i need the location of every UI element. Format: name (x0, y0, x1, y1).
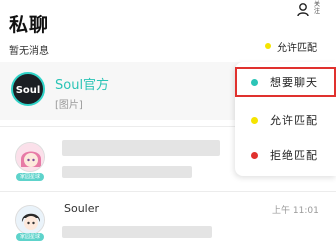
teal-dot-icon (251, 78, 258, 86)
page-title: 私聊 (9, 14, 50, 36)
chat-name: Souler (64, 202, 100, 215)
menu-item-allow-match[interactable]: 允许匹配 (235, 105, 336, 135)
menu-item-label: 想要聊天 (270, 76, 318, 89)
menu-item-want-chat[interactable]: 想要聊天 (235, 67, 336, 97)
blurred-message (62, 226, 212, 238)
badge: 家园星球 (16, 173, 44, 181)
follow-icon-label: 关注 (314, 1, 321, 15)
avatar[interactable] (15, 205, 45, 235)
badge: 家园星球 (16, 233, 44, 241)
menu-item-reject-match[interactable]: 拒绝匹配 (235, 140, 336, 170)
red-dot-icon (251, 151, 258, 159)
blurred-name (62, 140, 220, 156)
avatar[interactable] (15, 142, 45, 172)
header: 私聊 暂无消息 关注 允许匹配 (0, 0, 336, 64)
soul-official-avatar[interactable]: Soul (11, 72, 45, 106)
menu-item-label: 拒绝匹配 (270, 149, 318, 162)
chat-name: Soul官方 (55, 78, 110, 93)
blurred-message (62, 166, 192, 178)
chat-row-souler[interactable] (0, 192, 336, 252)
chat-last-message: [图片] (55, 100, 83, 111)
status-label: 允许匹配 (277, 42, 317, 54)
person-icon (297, 3, 309, 17)
chat-time: 上午 11:01 (272, 206, 319, 216)
yellow-dot-icon (251, 116, 258, 124)
follow-button[interactable]: 关注 (297, 1, 331, 21)
page-subtitle: 暂无消息 (9, 46, 49, 57)
menu-item-label: 允许匹配 (270, 114, 318, 127)
status-dot (265, 43, 271, 49)
status-menu: 想要聊天 允许匹配 拒绝匹配 (235, 62, 336, 176)
status-toggle[interactable]: 允许匹配 (265, 37, 317, 55)
